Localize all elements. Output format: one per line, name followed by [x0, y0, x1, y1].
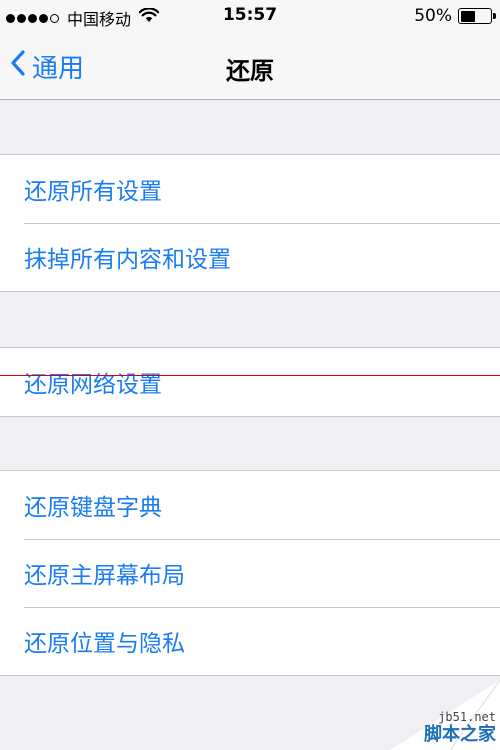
settings-group-2: 还原网络设置 [0, 347, 500, 417]
back-button[interactable]: 通用 [10, 48, 84, 85]
row-label: 还原网络设置 [24, 372, 162, 398]
annotation-line [0, 375, 500, 376]
navigation-bar: 通用 还原 [0, 34, 500, 100]
row-label: 抹掉所有内容和设置 [24, 247, 231, 273]
reset-network-settings-button[interactable]: 还原网络设置 [0, 348, 500, 416]
settings-group-1: 还原所有设置 抹掉所有内容和设置 [0, 154, 500, 292]
row-label: 还原位置与隐私 [24, 631, 185, 657]
status-bar: 中国移动 15:57 50% [0, 0, 500, 34]
row-label: 还原主屏幕布局 [24, 563, 185, 589]
reset-location-privacy-button[interactable]: 还原位置与隐私 [0, 607, 500, 675]
battery-tip [493, 13, 496, 19]
reset-keyboard-dictionary-button[interactable]: 还原键盘字典 [0, 471, 500, 539]
watermark-brand: 脚本之家 [424, 724, 496, 745]
row-label: 还原键盘字典 [24, 495, 162, 521]
chevron-left-icon [10, 50, 26, 83]
reset-home-screen-layout-button[interactable]: 还原主屏幕布局 [0, 539, 500, 607]
status-right: 50% [414, 6, 496, 26]
watermark: jb51.net 脚本之家 [390, 680, 500, 750]
battery-fill [460, 10, 475, 22]
battery-icon [458, 8, 496, 24]
erase-all-content-button[interactable]: 抹掉所有内容和设置 [0, 223, 500, 291]
reset-all-settings-button[interactable]: 还原所有设置 [0, 155, 500, 223]
back-button-label: 通用 [32, 54, 85, 84]
battery-percent: 50% [414, 6, 452, 26]
settings-group-3: 还原键盘字典 还原主屏幕布局 还原位置与隐私 [0, 470, 500, 676]
row-label: 还原所有设置 [24, 179, 162, 205]
